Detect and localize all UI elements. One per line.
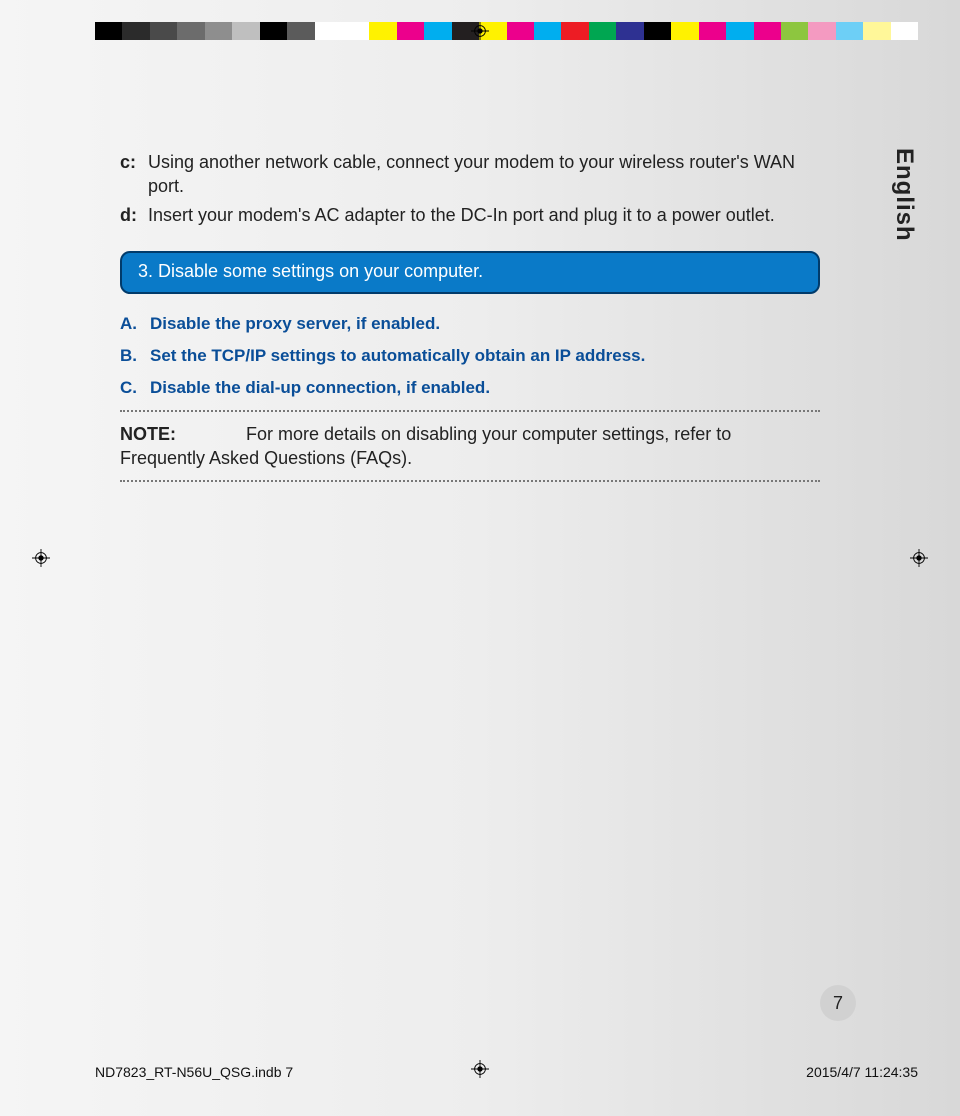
color-swatch xyxy=(589,22,616,40)
color-swatch xyxy=(342,22,369,40)
note-text: For more details on disabling your compu… xyxy=(120,424,731,468)
footer-timestamp: 2015/4/7 11:24:35 xyxy=(806,1064,918,1080)
sub-label: B. xyxy=(120,346,150,366)
step-text: Using another network cable, connect you… xyxy=(148,150,800,199)
sub-text: Disable the proxy server, if enabled. xyxy=(150,314,440,334)
color-swatch xyxy=(726,22,753,40)
sub-item: A. Disable the proxy server, if enabled. xyxy=(120,314,800,334)
page-content: c: Using another network cable, connect … xyxy=(120,150,840,482)
color-swatch xyxy=(315,22,342,40)
color-swatch xyxy=(781,22,808,40)
color-swatch xyxy=(561,22,588,40)
language-tab: English xyxy=(890,148,918,242)
step-text: Insert your modem's AC adapter to the DC… xyxy=(148,203,775,227)
color-swatch xyxy=(150,22,177,40)
step-label: c: xyxy=(120,150,148,199)
print-footer: ND7823_RT-N56U_QSG.indb 7 2015/4/7 11:24… xyxy=(95,1064,918,1080)
step-item: c: Using another network cable, connect … xyxy=(120,150,800,199)
sub-text: Disable the dial-up connection, if enabl… xyxy=(150,378,490,398)
registration-mark-icon xyxy=(910,549,928,567)
sub-list: A. Disable the proxy server, if enabled.… xyxy=(120,314,800,398)
sub-label: C. xyxy=(120,378,150,398)
sub-text: Set the TCP/IP settings to automatically… xyxy=(150,346,645,366)
sub-item: B. Set the TCP/IP settings to automatica… xyxy=(120,346,800,366)
section-heading-box: 3. Disable some settings on your compute… xyxy=(120,251,820,294)
step-item: d: Insert your modem's AC adapter to the… xyxy=(120,203,800,227)
registration-mark-icon xyxy=(32,549,50,567)
color-swatch xyxy=(644,22,671,40)
note-block: NOTE:For more details on disabling your … xyxy=(120,410,820,483)
color-swatch xyxy=(424,22,451,40)
color-swatch xyxy=(507,22,534,40)
color-swatch xyxy=(260,22,287,40)
color-swatch xyxy=(122,22,149,40)
sub-label: A. xyxy=(120,314,150,334)
registration-mark-icon xyxy=(471,22,489,40)
color-swatch xyxy=(863,22,890,40)
page-number: 7 xyxy=(820,985,856,1021)
note-label: NOTE: xyxy=(120,424,176,444)
color-swatch xyxy=(232,22,259,40)
print-colorbar xyxy=(95,22,918,40)
color-swatch xyxy=(836,22,863,40)
color-swatch xyxy=(808,22,835,40)
color-swatch xyxy=(177,22,204,40)
color-swatch xyxy=(616,22,643,40)
color-swatch xyxy=(95,22,122,40)
step-label: d: xyxy=(120,203,148,227)
color-swatch xyxy=(534,22,561,40)
color-swatch xyxy=(397,22,424,40)
color-swatch xyxy=(754,22,781,40)
footer-filename: ND7823_RT-N56U_QSG.indb 7 xyxy=(95,1064,293,1080)
color-swatch xyxy=(369,22,396,40)
color-swatch xyxy=(699,22,726,40)
sub-item: C. Disable the dial-up connection, if en… xyxy=(120,378,800,398)
color-swatch xyxy=(205,22,232,40)
color-swatch xyxy=(891,22,918,40)
color-swatch xyxy=(671,22,698,40)
color-swatch xyxy=(287,22,314,40)
